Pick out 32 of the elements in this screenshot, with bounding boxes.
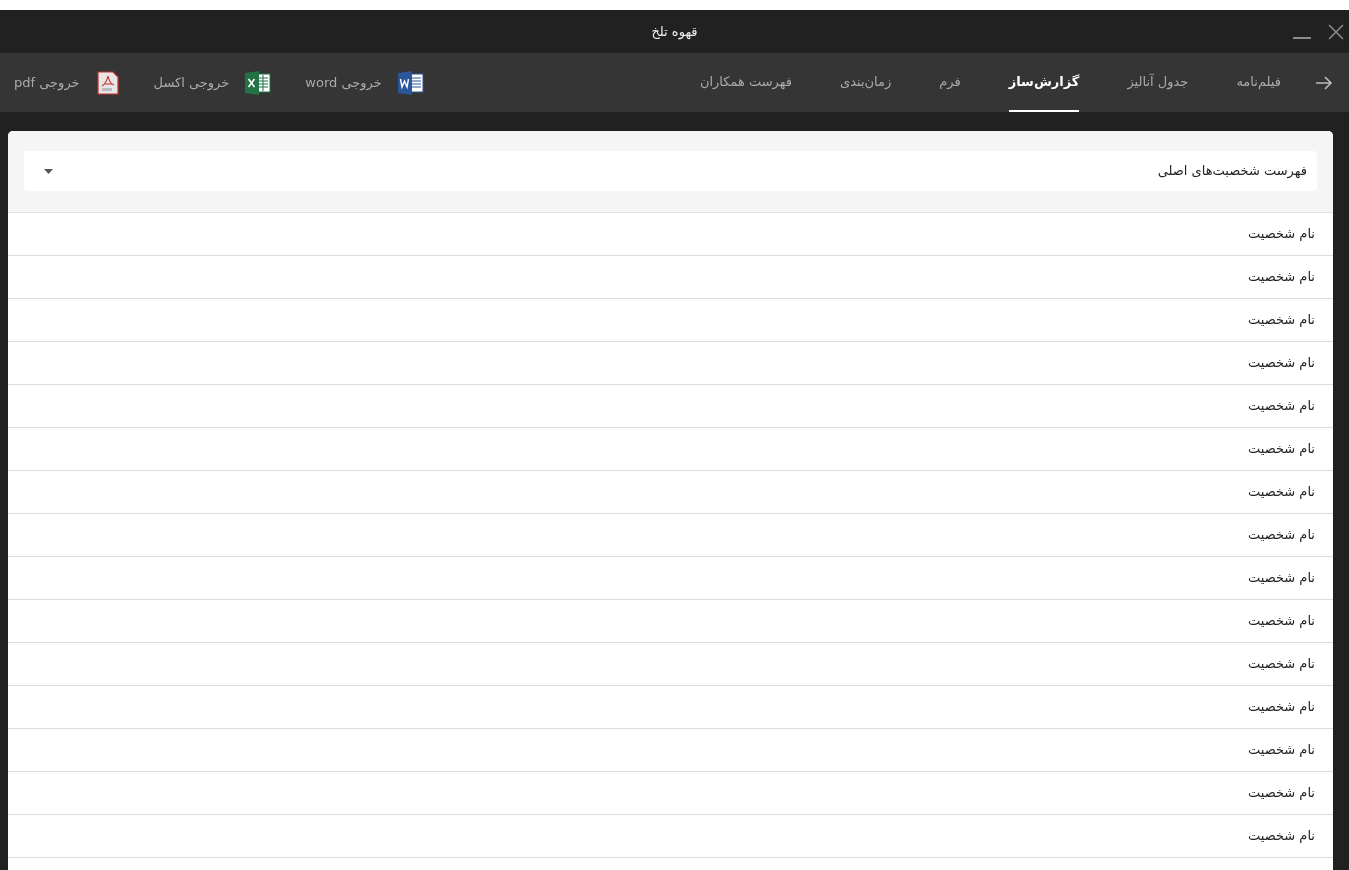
character-name: نام شخصیت	[1248, 225, 1315, 244]
dropdown-value: فهرست شخصبت‌های اصلی	[1157, 162, 1307, 181]
character-name: نام شخصیت	[1248, 526, 1315, 545]
character-name: نام شخصیت	[1248, 569, 1315, 588]
character-name: نام شخصیت	[1248, 612, 1315, 631]
character-name: نام شخصیت	[1248, 741, 1315, 760]
character-name: نام شخصیت	[1248, 827, 1315, 846]
export-button[interactable]: خروجی pdf	[14, 70, 120, 95]
window-title: قهوه تلخ	[651, 22, 698, 42]
tab[interactable]: فرم	[939, 53, 961, 112]
character-name: نام شخصیت	[1248, 311, 1315, 330]
pdf-file-icon	[95, 70, 120, 95]
caret-icon	[44, 168, 53, 174]
character-name: نام شخصیت	[1248, 440, 1315, 459]
character-name: نام شخصیت	[1248, 354, 1315, 373]
character-name: نام شخصیت	[1248, 483, 1315, 502]
tab[interactable]: فهرست همکاران	[699, 53, 792, 112]
character-name: نام شخصیت	[1248, 698, 1315, 717]
export-button[interactable]: خروجی word	[305, 70, 424, 95]
dropdown-field[interactable]: فهرست شخصبت‌های اصلی	[24, 151, 1317, 191]
close-button[interactable]	[1327, 22, 1345, 41]
character-name: نام شخصیت	[1248, 784, 1315, 803]
character-name: نام شخصیت	[1248, 397, 1315, 416]
tab[interactable]: گزارش‌ساز	[1008, 53, 1080, 112]
spreadsheet-icon	[245, 70, 272, 95]
word-document-icon	[397, 70, 424, 95]
tab[interactable]: فیلم‌نامه	[1236, 53, 1281, 112]
tab[interactable]: جدول آنالیز	[1127, 53, 1189, 112]
character-name: نام شخصیت	[1248, 268, 1315, 287]
export-button[interactable]: خروجی اکسل	[153, 70, 272, 95]
character-name: نام شخصیت	[1248, 655, 1315, 674]
tab[interactable]: زمان‌بندی	[840, 53, 892, 112]
